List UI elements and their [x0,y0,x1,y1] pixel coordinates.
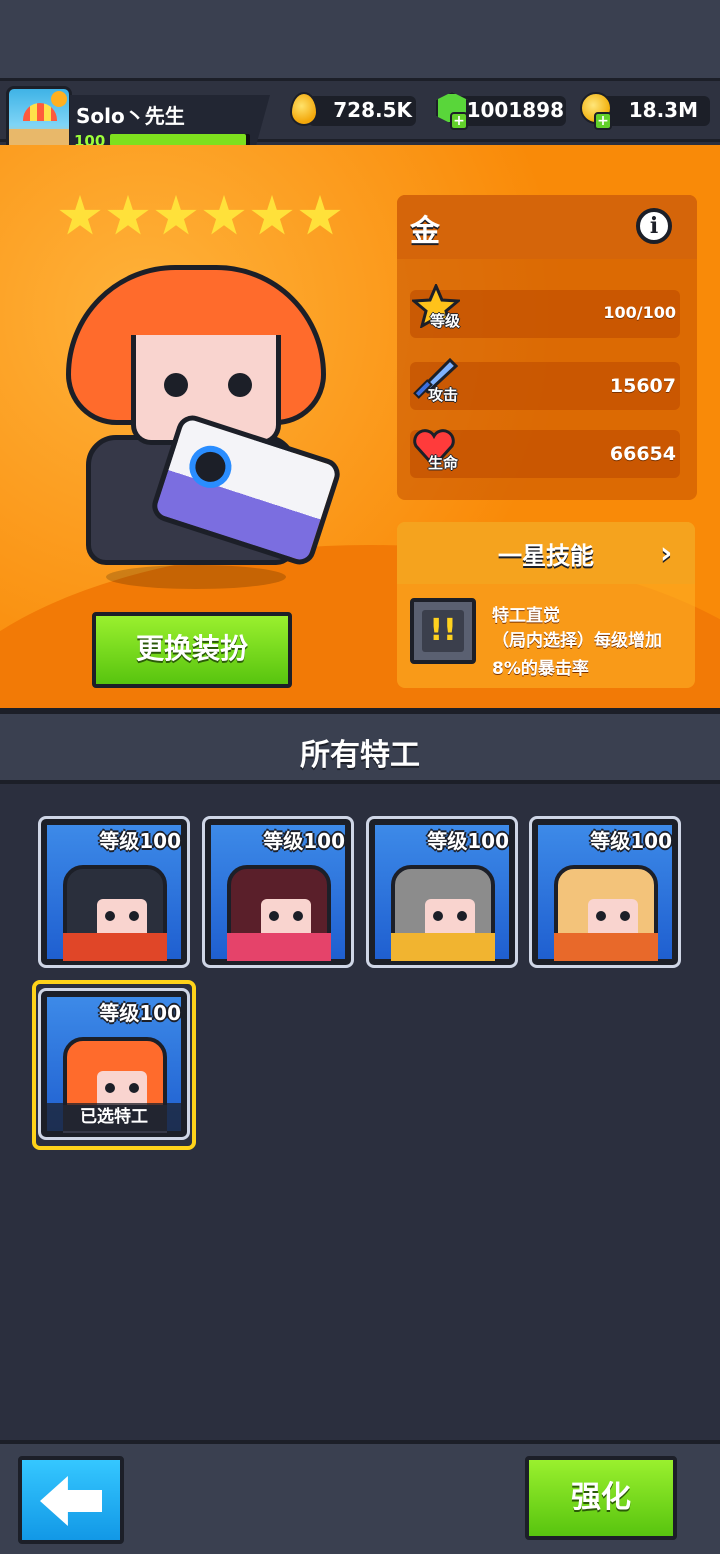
agent-outfit [391,933,495,961]
resource-gem[interactable]: + 1001898 [436,92,566,130]
resource-coin[interactable]: + 18.3M [580,92,710,130]
player-name: Solo丶先生 [76,104,185,128]
gun-ring [183,440,237,494]
agent-card[interactable]: 等级100 [38,816,190,968]
selected-frame [32,980,196,1150]
agent-portrait [391,865,495,961]
sun-icon [51,91,67,107]
skill-description: （局内选择）每级增加8%的暴击率 [492,631,662,679]
hero-eye [164,373,188,397]
agent-eye [293,911,303,921]
stat-label: 等级 [430,312,461,330]
add-coin-icon[interactable]: + [594,112,612,130]
agents-title: 所有特工 [300,738,420,773]
back-arrow-icon [40,1476,102,1526]
star-icon [299,194,341,235]
agent-eye [269,911,279,921]
agent-eye [457,911,467,921]
agent-card[interactable]: 等级100 [366,816,518,968]
chevron-right-icon[interactable]: › [660,536,672,571]
drop-icon [290,92,318,126]
status-area [0,0,720,78]
agent-card[interactable]: 等级100 [529,816,681,968]
agent-outfit [63,933,167,961]
rarity-label: 金 [410,214,440,249]
agent-level: 等级100 [263,829,345,853]
agent-outfit [554,933,658,961]
agent-eye [433,911,443,921]
level-star-icon: 等级 [410,282,462,330]
skill-title: 一星技能 [498,542,594,570]
stat-label: 生命 [428,454,459,472]
sword-icon: 攻击 [410,357,459,404]
agent-card[interactable]: 等级100 [202,816,354,968]
stat-label: 攻击 [428,386,459,404]
star-icon [251,194,293,235]
upgrade-button[interactable]: 强化 [525,1456,677,1540]
agent-eye [620,911,630,921]
stat-value-hp: 66654 [609,443,676,465]
agent-portrait [63,865,167,961]
stat-value-level: 100/100 [603,303,676,322]
agent-level: 等级100 [590,829,672,853]
star-icon [155,194,197,235]
skill-alert-icon[interactable]: !! [410,598,476,664]
resource-value: 18.3M [628,98,698,122]
info-icon[interactable]: i [636,208,672,244]
resource-drop[interactable]: 728.5K [290,92,418,128]
star-rating [58,194,342,242]
agent-level: 等级100 [427,829,509,853]
agent-portrait [554,865,658,961]
change-outfit-button[interactable]: 更换装扮 [92,612,292,688]
agent-outfit [227,933,331,961]
agent-eye [129,911,139,921]
agent-eye [105,911,115,921]
resource-value: 728.5K [333,98,412,122]
agent-portrait [227,865,331,961]
player-avatar[interactable] [6,86,72,152]
resource-value: 1001898 [466,98,564,122]
star-icon [203,194,245,235]
star-icon [107,194,149,235]
hero-shadow [106,565,286,589]
agent-eye [596,911,606,921]
hero-eye [228,373,252,397]
heart-icon: 生命 [410,426,459,472]
exclamation-icon: !! [422,610,464,652]
add-gem-icon[interactable]: + [450,112,468,130]
agent-level: 等级100 [99,829,181,853]
hero-character [66,265,346,595]
star-icon [59,194,101,235]
back-button[interactable] [18,1456,124,1544]
umbrella-icon [23,103,57,121]
skill-name: 特工直觉 [492,606,560,626]
stat-value-attack: 15607 [609,375,676,397]
